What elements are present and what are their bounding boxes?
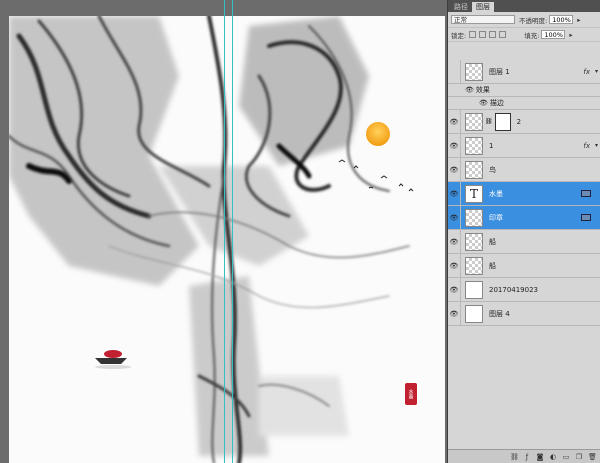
adjustment-layer-icon[interactable]: ◐ (549, 453, 557, 461)
layer-name[interactable]: 船 (489, 261, 496, 271)
layer-row[interactable]: 👁 船 (448, 253, 600, 278)
layer-thumbnail (465, 112, 483, 131)
tab-layers[interactable]: 图层 (472, 2, 494, 12)
effects-label: 效果 (475, 86, 490, 94)
layer-name[interactable]: 2 (517, 118, 521, 126)
lock-row: 锁定: 填充: 100% ▸ (448, 28, 600, 42)
ink-landscape-artwork (9, 16, 414, 463)
eye-icon[interactable]: 👁 (448, 277, 461, 302)
stroke-effect-label: 描边 (489, 99, 504, 107)
layer-row[interactable]: 👁 20170419023 (448, 277, 600, 302)
layer-name[interactable]: 图层 1 (489, 67, 510, 77)
seal-text: 水墨 (407, 389, 414, 399)
layer-name[interactable]: 图层 4 (489, 309, 510, 319)
layer-row[interactable]: 图层 1 fx ▾ (448, 59, 600, 84)
eye-icon[interactable]: 👁 (448, 229, 461, 254)
lock-paint-icon[interactable] (479, 31, 487, 38)
eye-icon[interactable]: 👁 (448, 205, 461, 230)
eye-icon[interactable]: 👁 (479, 99, 488, 107)
layer-thumbnail (465, 280, 483, 299)
add-mask-icon[interactable]: ◙ (536, 453, 544, 461)
layer-thumbnail (465, 136, 483, 155)
layer-thumbnail (465, 304, 483, 323)
panel-tabs: 路径 图层 (448, 0, 600, 12)
layer-row[interactable]: 👁 ⛓ 2 (448, 109, 600, 134)
guide-line[interactable] (224, 0, 225, 463)
text-layer-thumbnail: T (465, 184, 483, 203)
fill-label: 填充: (524, 31, 540, 40)
trash-icon[interactable]: 🗑 (588, 453, 597, 461)
new-layer-icon[interactable]: ❐ (575, 453, 583, 461)
effect-row[interactable]: 👁 效果 (448, 84, 600, 97)
lock-label: 锁定: (451, 31, 467, 40)
link-layers-icon[interactable]: ⛓ (510, 453, 519, 461)
eye-icon[interactable] (448, 97, 461, 110)
layer-row-selected[interactable]: 👁 T 水墨 (448, 181, 600, 206)
document-canvas[interactable] (9, 16, 445, 463)
layer-row[interactable]: 👁 船 (448, 229, 600, 254)
eye-icon[interactable]: 👁 (448, 157, 461, 182)
layers-panel-footer: ⛓ ƒ ◙ ◐ ▭ ❐ 🗑 (448, 449, 600, 463)
opacity-label: 不透明度: (519, 16, 548, 25)
tab-paths[interactable]: 路径 (450, 2, 472, 12)
eye-icon[interactable]: 👁 (448, 133, 461, 158)
sun (366, 122, 390, 146)
fx-icon[interactable]: ƒ (523, 453, 531, 461)
smart-object-icon (581, 214, 591, 221)
expand-arrow-icon[interactable]: ▾ (595, 68, 598, 75)
new-group-icon[interactable]: ▭ (562, 453, 570, 461)
smart-object-icon (581, 190, 591, 197)
layer-thumbnail (465, 256, 483, 275)
layer-row-selected[interactable]: 👁 印章 (448, 205, 600, 230)
canvas-area[interactable]: 水墨 (0, 0, 447, 463)
layer-row[interactable]: 👁 鸟 (448, 157, 600, 182)
boat (95, 350, 131, 369)
chevron-right-icon[interactable]: ▸ (577, 16, 580, 24)
layer-row[interactable]: 👁 1 fx ▾ (448, 133, 600, 158)
layer-list: 图层 1 fx ▾ 👁 效果 👁 描边 👁 ⛓ 2 👁 1 fx ▾ 👁 鸟 👁… (448, 59, 600, 326)
eye-icon[interactable]: 👁 (448, 301, 461, 326)
lock-move-icon[interactable] (489, 31, 497, 38)
visibility-toggle[interactable] (448, 59, 461, 84)
fx-icon[interactable]: fx (583, 142, 590, 150)
layers-panel: 路径 图层 正常 不透明度: 100% ▸ 锁定: 填充: 100% ▸ 图层 … (447, 0, 600, 463)
layer-thumbnail (465, 232, 483, 251)
layer-name[interactable]: 20170419023 (489, 286, 538, 294)
eye-icon[interactable]: 👁 (448, 253, 461, 278)
layer-name[interactable]: 船 (489, 237, 496, 247)
birds (338, 159, 414, 192)
fill-input[interactable]: 100% (541, 30, 566, 39)
opacity-input[interactable]: 100% (549, 15, 574, 24)
layer-mask-thumbnail[interactable] (494, 112, 511, 131)
layer-thumbnail (465, 160, 483, 179)
effect-row[interactable]: 👁 描边 (448, 97, 600, 110)
layer-name[interactable]: 鸟 (489, 165, 496, 175)
fx-icon[interactable]: fx (583, 68, 590, 76)
layer-row[interactable]: 👁 图层 4 (448, 301, 600, 326)
layer-name[interactable]: 印章 (489, 213, 503, 223)
lock-all-icon[interactable] (499, 31, 507, 38)
eye-icon[interactable]: 👁 (465, 86, 474, 94)
eye-icon[interactable] (448, 84, 461, 97)
blend-row: 正常 不透明度: 100% ▸ (448, 12, 600, 28)
layer-name[interactable]: 水墨 (489, 189, 503, 199)
chevron-right-icon[interactable]: ▸ (569, 31, 572, 39)
seal-stamp: 水墨 (405, 383, 417, 405)
link-icon[interactable]: ⛓ (485, 118, 493, 125)
expand-arrow-icon[interactable]: ▾ (595, 142, 598, 149)
blend-mode-select[interactable]: 正常 (451, 15, 515, 24)
layer-thumbnail (465, 208, 483, 227)
lock-transparent-icon[interactable] (469, 31, 477, 38)
eye-icon[interactable]: 👁 (448, 109, 461, 134)
layer-thumbnail (465, 62, 483, 81)
guide-line[interactable] (232, 0, 233, 463)
eye-icon[interactable]: 👁 (448, 181, 461, 206)
layer-name[interactable]: 1 (489, 142, 493, 150)
